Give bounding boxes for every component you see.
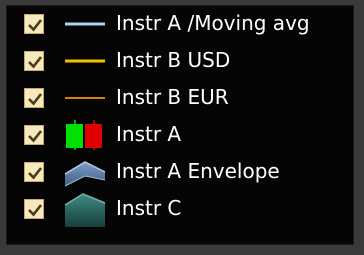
legend-checkbox[interactable] (24, 88, 44, 108)
legend-checkbox[interactable] (24, 14, 44, 34)
legend-item-instr-a-envelope[interactable]: Instr A Envelope (7, 154, 355, 190)
legend-checkbox[interactable] (24, 162, 44, 182)
line-icon (63, 80, 107, 116)
legend-item-label: Instr A /Moving avg (116, 11, 310, 35)
checkmark-icon (28, 56, 43, 69)
candlestick-icon (63, 117, 107, 153)
legend-item-instr-b-eur[interactable]: Instr B EUR (7, 80, 355, 116)
legend-item-label: Instr B EUR (116, 85, 229, 109)
legend-item-label: Instr C (116, 196, 182, 220)
checkmark-icon (28, 19, 43, 32)
legend-item-instr-a[interactable]: Instr A (7, 117, 355, 153)
legend-item-instr-b-usd[interactable]: Instr B USD (7, 43, 355, 79)
area-icon (63, 191, 107, 227)
checkmark-icon (28, 167, 43, 180)
legend-checkbox[interactable] (24, 51, 44, 71)
legend-checkbox[interactable] (24, 199, 44, 219)
legend-item-instr-a-moving-avg[interactable]: Instr A /Moving avg (7, 6, 355, 42)
legend-item-label: Instr A (116, 122, 182, 146)
checkmark-icon (28, 204, 43, 217)
checkmark-icon (28, 130, 43, 143)
line-icon (63, 43, 107, 79)
legend-checkbox[interactable] (24, 125, 44, 145)
envelope-area-icon (63, 154, 107, 190)
legend-panel: Instr A /Moving avg Instr B USD Instr B (6, 5, 354, 245)
line-icon (63, 6, 107, 42)
legend-item-label: Instr B USD (116, 48, 231, 72)
legend-item-label: Instr A Envelope (116, 159, 280, 183)
checkmark-icon (28, 93, 43, 106)
legend-item-instr-c[interactable]: Instr C (7, 191, 355, 227)
